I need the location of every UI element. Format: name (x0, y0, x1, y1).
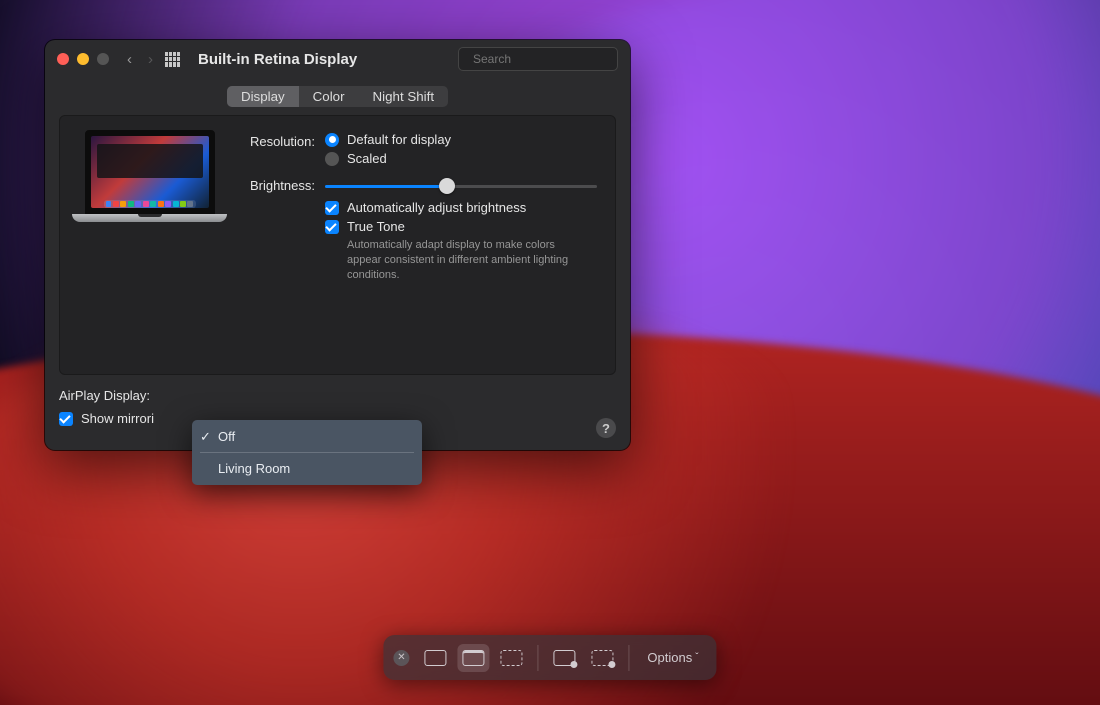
zoom-window-icon[interactable] (97, 53, 109, 65)
airplay-option-off[interactable]: ✓ Off (192, 424, 422, 449)
checkmark-icon: ✓ (200, 429, 211, 445)
search-input[interactable] (473, 52, 628, 66)
auto-brightness-checkbox[interactable]: Automatically adjust brightness (325, 200, 597, 215)
checkbox-checked-icon (59, 412, 73, 426)
toolbar-options-button[interactable]: Options ˇ (639, 650, 706, 665)
brightness-slider[interactable] (325, 178, 597, 194)
airplay-label: AirPlay Display: (59, 388, 159, 403)
resolution-default-radio[interactable]: Default for display (325, 132, 597, 147)
screen-icon (424, 650, 446, 666)
capture-window-button[interactable] (457, 644, 489, 672)
capture-screen-button[interactable] (419, 644, 451, 672)
checkbox-checked-icon (325, 220, 339, 234)
show-mirroring-checkbox[interactable]: Show mirrori (59, 411, 154, 426)
forward-icon: › (148, 51, 153, 68)
tab-segment: Display Color Night Shift (45, 86, 630, 107)
toolbar-close-button[interactable]: ✕ (393, 650, 409, 666)
record-screen-icon (553, 650, 575, 666)
resolution-label: Resolution: (237, 132, 315, 149)
selection-icon (500, 650, 522, 666)
brightness-label: Brightness: (237, 176, 315, 193)
record-selection-button[interactable] (586, 644, 618, 672)
airplay-dropdown-menu: ✓ Off Living Room (192, 420, 422, 485)
airplay-option-living-room[interactable]: Living Room (192, 456, 422, 481)
nav-arrows: ‹ › (127, 51, 153, 68)
tab-night-shift[interactable]: Night Shift (359, 86, 449, 107)
close-icon: ✕ (397, 652, 405, 663)
settings-panel: Resolution: Default for display Scaled B… (59, 115, 616, 375)
tab-display[interactable]: Display (227, 86, 299, 107)
radio-off-icon (325, 152, 339, 166)
chevron-down-icon: ˇ (695, 652, 698, 663)
back-icon[interactable]: ‹ (127, 51, 132, 68)
window-controls (57, 53, 109, 65)
radio-on-icon (325, 133, 339, 147)
help-button[interactable]: ? (596, 418, 616, 438)
true-tone-description: Automatically adapt display to make colo… (347, 238, 577, 283)
search-field[interactable] (458, 47, 618, 71)
slider-thumb-icon[interactable] (439, 178, 455, 194)
record-screen-button[interactable] (548, 644, 580, 672)
checkbox-checked-icon (325, 201, 339, 215)
display-preview (72, 130, 227, 364)
show-all-icon[interactable] (165, 52, 180, 67)
capture-selection-button[interactable] (495, 644, 527, 672)
true-tone-checkbox[interactable]: True Tone (325, 219, 597, 234)
resolution-scaled-radio[interactable]: Scaled (325, 151, 597, 166)
record-selection-icon (591, 650, 613, 666)
close-window-icon[interactable] (57, 53, 69, 65)
window-titlebar: ‹ › Built-in Retina Display (45, 40, 630, 78)
display-preferences-window: ‹ › Built-in Retina Display Display Colo… (45, 40, 630, 450)
window-icon (462, 650, 484, 666)
window-title: Built-in Retina Display (198, 51, 357, 68)
minimize-window-icon[interactable] (77, 53, 89, 65)
tab-color[interactable]: Color (299, 86, 359, 107)
screenshot-toolbar: ✕ Options ˇ (383, 635, 716, 680)
